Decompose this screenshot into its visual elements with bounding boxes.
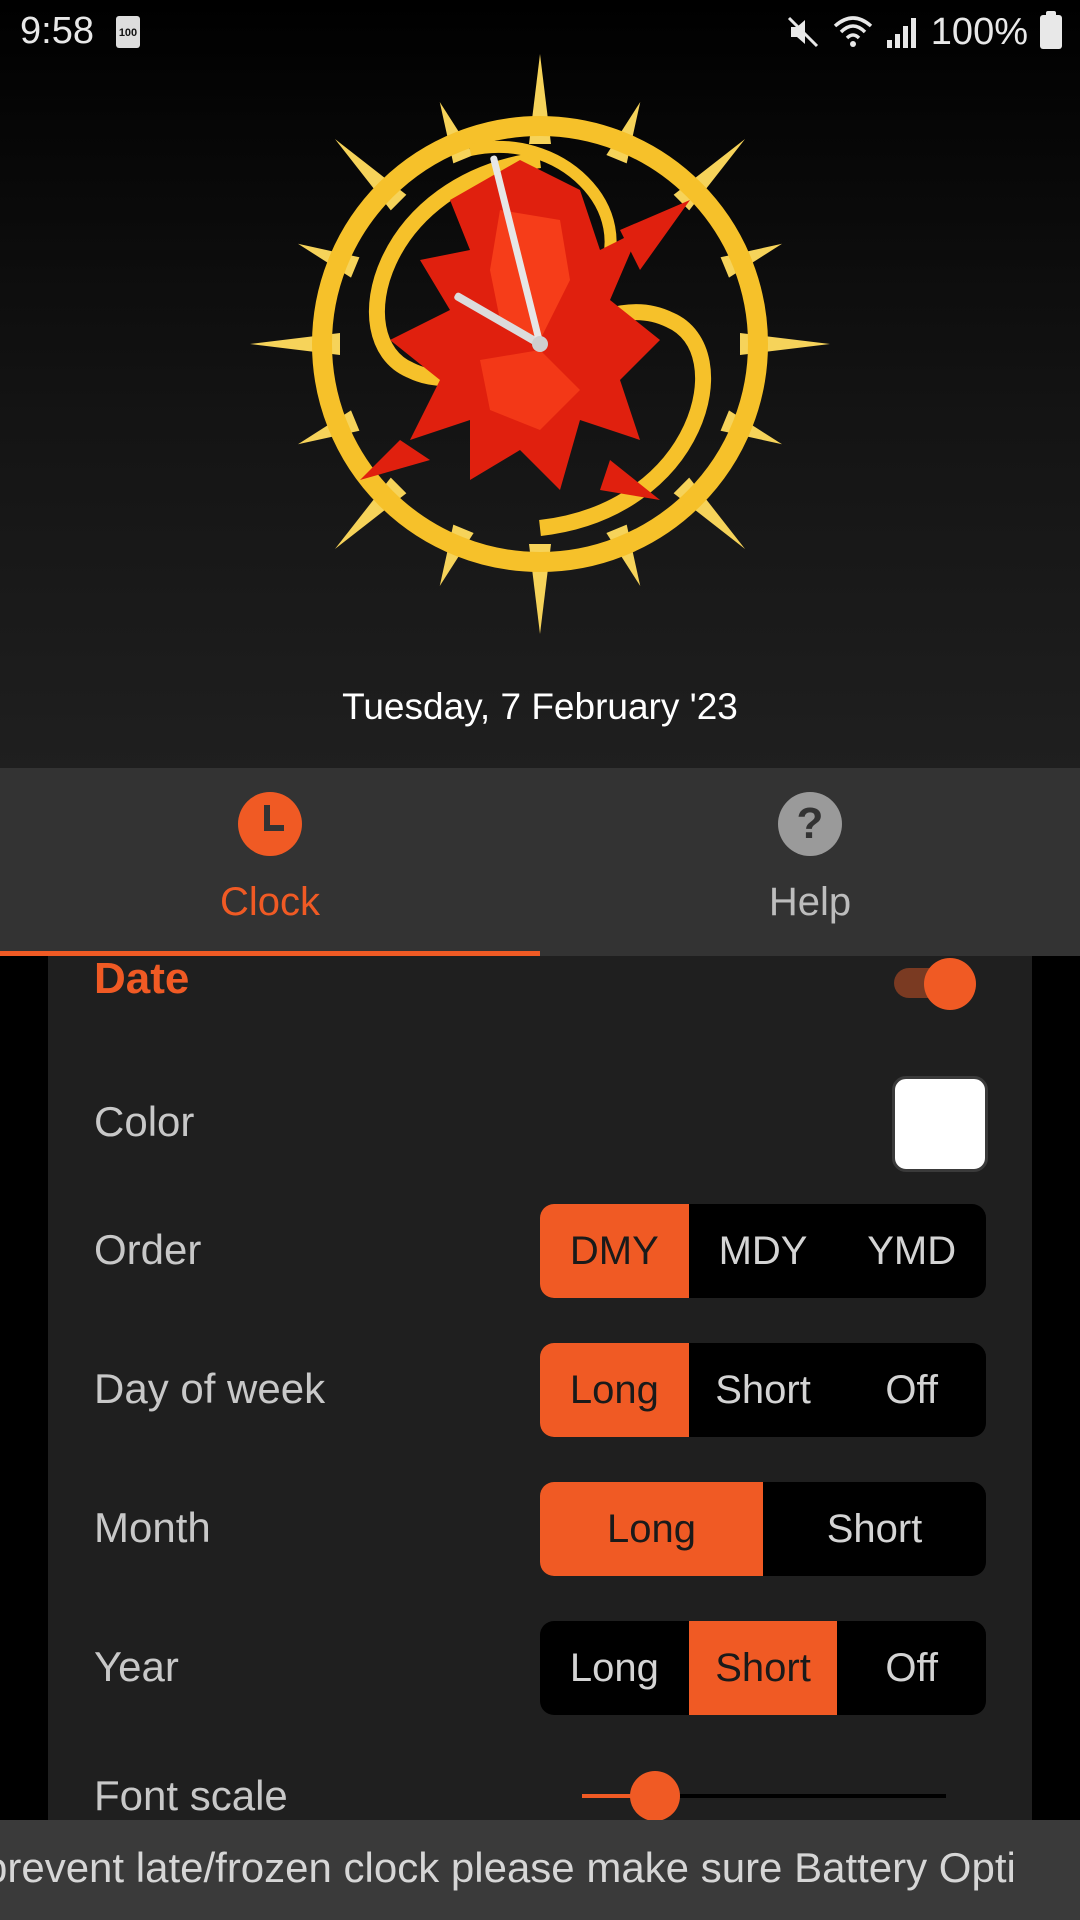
battery-notification-icon: 100 <box>116 16 140 48</box>
day-of-week-option[interactable]: Short <box>689 1343 838 1437</box>
year-option[interactable]: Long <box>540 1621 689 1715</box>
tab-clock-label: Clock <box>219 880 321 924</box>
clock-icon <box>238 792 302 856</box>
color-label: Color <box>94 1098 195 1145</box>
month-option[interactable]: Short <box>763 1482 986 1576</box>
watch-face <box>250 54 830 634</box>
font-scale-slider[interactable] <box>582 1771 946 1821</box>
date-preview: Tuesday, 7 February '23 <box>342 686 738 727</box>
date-settings-card: Date Color Order DMY MDY YMD Day of week… <box>48 954 1032 1821</box>
status-time: 9:58 <box>20 10 94 52</box>
order-segmented-control: DMY MDY YMD <box>540 1204 986 1298</box>
slider-thumb[interactable] <box>629 1771 680 1821</box>
month-segmented-control: Long Short <box>540 1482 986 1576</box>
year-segmented-control: Long Short Off <box>540 1621 986 1715</box>
toggle-thumb <box>924 958 976 1010</box>
wifi-icon <box>833 16 872 47</box>
signal-icon <box>886 18 916 48</box>
order-option[interactable]: MDY <box>689 1204 838 1298</box>
day-of-week-option[interactable]: Off <box>837 1343 986 1437</box>
month-option[interactable]: Long <box>540 1482 763 1576</box>
order-label: Order <box>94 1226 202 1273</box>
color-swatch[interactable] <box>892 1076 988 1172</box>
tab-help-label: Help <box>768 880 852 924</box>
tab-bar: Clock ? Help <box>0 768 1080 956</box>
red-emblem <box>360 160 690 500</box>
day-of-week-label: Day of week <box>94 1365 326 1412</box>
order-option[interactable]: DMY <box>540 1204 689 1298</box>
order-option[interactable]: YMD <box>837 1204 986 1298</box>
month-label: Month <box>94 1504 211 1551</box>
day-of-week-segmented-control: Long Short Off <box>540 1343 986 1437</box>
section-title: Date <box>94 954 190 1003</box>
day-of-week-option[interactable]: Long <box>540 1343 689 1437</box>
year-label: Year <box>94 1643 179 1690</box>
mute-icon <box>787 16 818 48</box>
help-icon: ? <box>778 792 842 856</box>
battery-warning-ticker[interactable]: prevent late/frozen clock please make su… <box>0 1820 1080 1920</box>
hand-pivot <box>532 336 548 352</box>
battery-icon <box>1040 11 1062 49</box>
ticker-text: prevent late/frozen clock please make su… <box>0 1844 1016 1891</box>
status-bar: 9:58 100 100% <box>0 0 1080 64</box>
date-enabled-toggle[interactable] <box>894 958 978 1010</box>
tab-help[interactable]: ? Help <box>540 768 1080 956</box>
status-icons: 100% <box>785 10 1062 54</box>
year-option[interactable]: Off <box>837 1621 986 1715</box>
font-scale-label: Font scale <box>94 1772 288 1819</box>
year-option[interactable]: Short <box>688 1621 838 1715</box>
clock-header: Tuesday, 7 February '23 <box>0 0 1080 768</box>
battery-percent: 100% <box>930 10 1028 53</box>
tab-clock[interactable]: Clock <box>0 768 540 956</box>
